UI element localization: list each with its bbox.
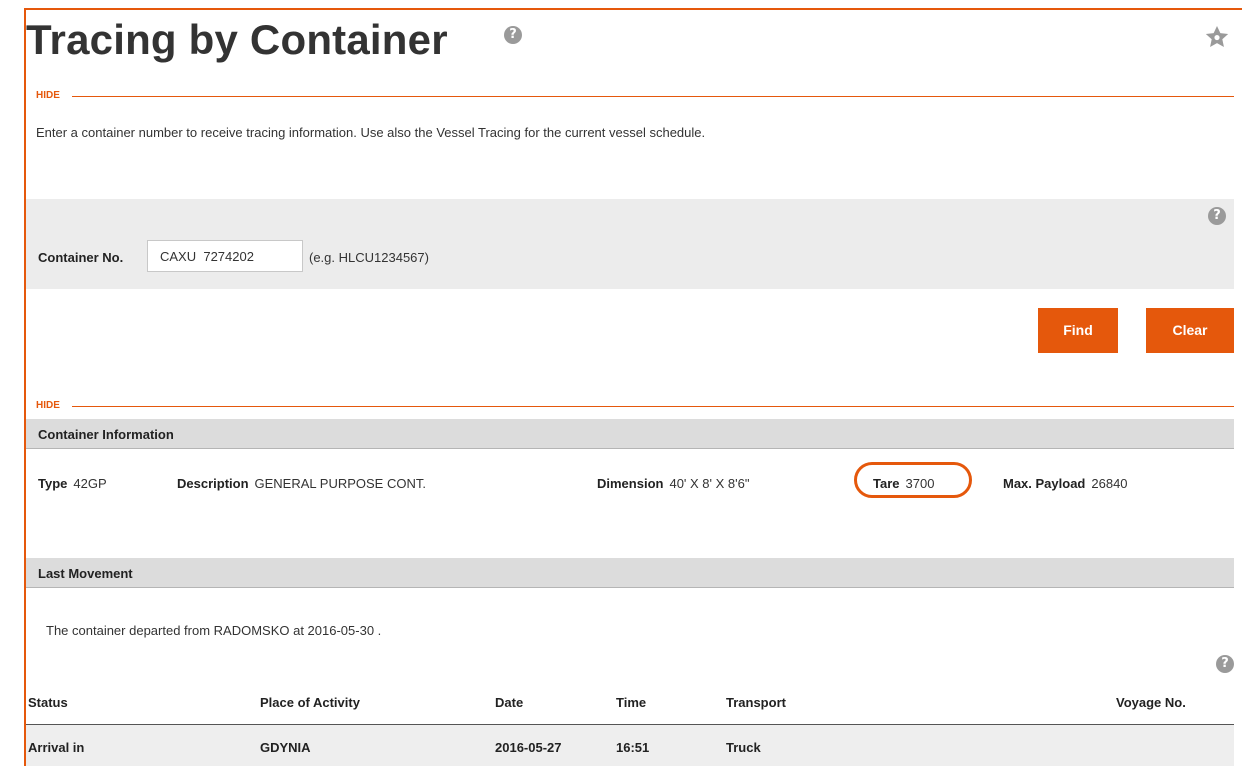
tare-value: 3700: [905, 476, 935, 491]
last-movement-title: Last Movement: [38, 566, 133, 581]
search-help-icon[interactable]: ?: [1208, 207, 1226, 225]
info-type: Type 42GP: [38, 476, 107, 491]
max-payload-label: Max. Payload: [1003, 476, 1086, 491]
description-label: Description: [177, 476, 249, 491]
last-movement-text: The container departed from RADOMSKO at …: [46, 623, 382, 638]
column-header-transport: Transport: [726, 695, 786, 710]
hide-row-search: HIDE: [36, 90, 1234, 104]
column-header-time: Time: [616, 695, 647, 710]
type-label: Type: [38, 476, 68, 491]
favorite-star-icon[interactable]: [1204, 24, 1230, 50]
hide-toggle-results[interactable]: HIDE: [36, 400, 60, 411]
container-no-label: Container No.: [38, 250, 124, 265]
container-no-input[interactable]: [147, 240, 303, 272]
info-dimension: Dimension 40' X 8' X 8'6": [597, 476, 749, 491]
page-content: Tracing by Container ? HIDE Enter a cont…: [26, 10, 1242, 766]
info-description: Description GENERAL PURPOSE CONT.: [177, 476, 426, 491]
dimension-label: Dimension: [597, 476, 664, 491]
find-button[interactable]: Find: [1038, 308, 1118, 353]
table-cell-status: Arrival in: [28, 740, 85, 755]
search-panel: ? Container No. (e.g. HLCU1234567): [26, 199, 1234, 289]
container-info-title: Container Information: [38, 427, 174, 442]
clear-button[interactable]: Clear: [1146, 308, 1234, 353]
container-no-hint: (e.g. HLCU1234567): [309, 250, 429, 265]
container-info-header: Container Information: [26, 419, 1234, 449]
table-cell-time: 16:51: [616, 740, 650, 755]
page-title: Tracing by Container: [26, 16, 448, 63]
column-header-place: Place of Activity: [260, 695, 360, 710]
last-movement-header: Last Movement: [26, 558, 1234, 588]
description-value: GENERAL PURPOSE CONT.: [254, 476, 426, 491]
intro-text: Enter a container number to receive trac…: [36, 125, 706, 140]
table-cell-date: 2016-05-27: [495, 740, 562, 755]
max-payload-value: 26840: [1091, 476, 1128, 491]
info-tare: Tare 3700: [873, 476, 934, 491]
table-help-icon[interactable]: ?: [1216, 655, 1234, 673]
divider-line: [72, 406, 1234, 407]
hide-row-results: HIDE: [36, 400, 1234, 414]
column-header-date: Date: [495, 695, 524, 710]
hide-toggle-search[interactable]: HIDE: [36, 90, 60, 101]
info-max-payload: Max. Payload 26840: [1003, 476, 1128, 491]
table-cell-transport: Truck: [726, 740, 761, 755]
table-cell-place: GDYNIA: [260, 740, 311, 755]
column-header-status: Status: [28, 695, 68, 710]
divider-line: [72, 96, 1234, 97]
column-header-voyage: Voyage No.: [1116, 695, 1186, 710]
dimension-value: 40' X 8' X 8'6": [669, 476, 750, 491]
title-help-icon[interactable]: ?: [504, 26, 522, 44]
type-value: 42GP: [73, 476, 107, 491]
tare-label: Tare: [873, 476, 900, 491]
